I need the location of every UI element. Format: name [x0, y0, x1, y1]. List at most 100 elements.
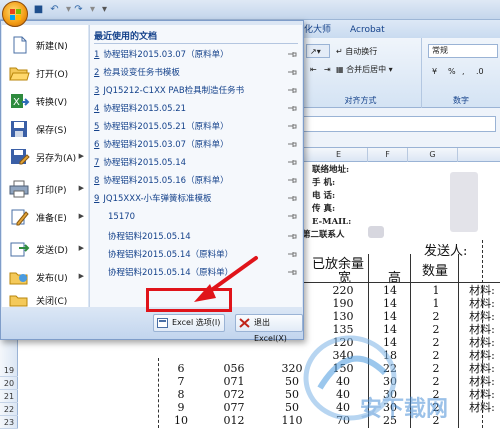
new-file-icon	[8, 36, 30, 54]
undo-icon[interactable]: ↶	[48, 3, 61, 16]
save-quick-icon[interactable]: ■	[32, 3, 45, 16]
width-value[interactable]: 220	[318, 284, 368, 297]
menu-item-label: 发送(D)	[36, 245, 68, 256]
contact-address-label: 联络地址:	[312, 165, 350, 175]
part-code[interactable]: 072	[204, 388, 264, 401]
row-header[interactable]: 22	[0, 403, 18, 416]
comma-button[interactable]: ,	[458, 64, 469, 78]
menu-item-open[interactable]: 打开(O)	[2, 59, 88, 87]
exit-icon	[239, 318, 250, 328]
width-value[interactable]: 190	[318, 297, 368, 310]
pin-icon[interactable]	[288, 141, 297, 148]
material-label: 材料:	[469, 284, 495, 297]
recent-document-item[interactable]: 7 协程铝料2015.05.14	[94, 155, 299, 171]
part-code[interactable]: 012	[204, 414, 264, 427]
merge-center-button[interactable]: ▦ 合并后居中 ▾	[332, 62, 397, 76]
recent-documents-panel: 最近使用的文档 1 协程铝料2015.03.07（原料单） 2 检具设变任务书模板 …	[89, 25, 302, 307]
menu-item-save-as[interactable]: 另存为(A) ▶	[2, 143, 88, 171]
row-index[interactable]: 10	[158, 414, 204, 427]
part-code[interactable]: 056	[204, 362, 264, 375]
recent-document-item[interactable]: 1 协程铝料2015.03.07（原料单）	[94, 47, 299, 63]
pin-icon[interactable]	[288, 69, 297, 76]
menu-item-label: 保存(S)	[36, 125, 67, 136]
pin-icon[interactable]	[288, 123, 297, 130]
fax-label: 传 真:	[312, 204, 336, 214]
redo-icon[interactable]: ↷	[72, 3, 85, 16]
sender-label: 发送人:	[424, 244, 468, 259]
row-header[interactable]: 20	[0, 377, 18, 390]
recent-document-item[interactable]: 8 协程铝料2015.05.16（原料单）	[94, 173, 299, 189]
menu-item-new[interactable]: 新建(N)	[2, 31, 88, 59]
pin-icon[interactable]	[288, 251, 297, 258]
menu-item-prepare[interactable]: 准备(E) ▶	[2, 203, 88, 231]
row-header[interactable]: 19	[0, 364, 18, 377]
menu-item-print[interactable]: 打印(P) ▶	[2, 175, 88, 203]
tab-dahuashi[interactable]: 化大师	[300, 22, 335, 38]
row-header[interactable]: 21	[0, 390, 18, 403]
submenu-arrow-icon: ▶	[78, 152, 84, 160]
recent-document-item[interactable]: 3 JQ15212-C1XX PAB检具制造任务书	[94, 83, 299, 99]
pin-icon[interactable]	[288, 233, 297, 240]
pin-icon[interactable]	[288, 269, 297, 276]
orientation-button[interactable]: ↗▾	[306, 44, 330, 58]
recent-document-item[interactable]: 2 检具设变任务书模板	[94, 65, 299, 81]
recent-document-item[interactable]: 9 JQ15XXX-小车弹簧标准模板	[94, 191, 299, 207]
increase-indent-button[interactable]: ⇥	[320, 62, 332, 76]
pin-icon[interactable]	[288, 87, 297, 94]
pin-icon[interactable]	[288, 177, 297, 184]
menu-item-label: 转换(V)	[36, 97, 68, 108]
submenu-arrow-icon: ▶	[78, 184, 84, 192]
pin-icon[interactable]	[288, 159, 297, 166]
row-index[interactable]: 8	[158, 388, 204, 401]
pin-icon[interactable]	[288, 51, 297, 58]
open-folder-icon	[8, 64, 30, 82]
row-header[interactable]: 23	[0, 416, 18, 429]
column-header-f[interactable]: F	[368, 148, 408, 162]
wrap-text-button[interactable]: ↵ 自动换行	[332, 44, 381, 58]
part-code[interactable]: 077	[204, 401, 264, 414]
pin-icon[interactable]	[288, 213, 297, 220]
quantity-value[interactable]: 1	[414, 297, 458, 310]
column-header-g[interactable]: G	[408, 148, 458, 162]
highlight-box	[146, 288, 232, 312]
increase-decimal-button[interactable]: .0	[472, 64, 488, 78]
office-button[interactable]	[2, 1, 28, 27]
menu-item-label: 发布(U)	[36, 273, 68, 284]
recent-document-item[interactable]: 5 协程铝料2015.05.21（原料单）	[94, 119, 299, 135]
number-format-select[interactable]: 常规	[428, 44, 498, 58]
quantity-value[interactable]: 1	[414, 284, 458, 297]
currency-button[interactable]: ¥	[428, 64, 441, 78]
exit-excel-button[interactable]: 退出 Excel(X)	[235, 314, 303, 343]
formula-input[interactable]	[300, 116, 496, 132]
row-index[interactable]: 6	[158, 362, 204, 375]
pin-icon[interactable]	[288, 105, 297, 112]
menu-item-publish[interactable]: 发布(U) ▶	[2, 263, 88, 291]
tab-acrobat[interactable]: Acrobat	[346, 22, 389, 38]
row-index[interactable]: 9	[158, 401, 204, 414]
excel-options-button[interactable]: Excel 选项(I)	[153, 314, 226, 332]
column-header-e[interactable]: E	[310, 148, 368, 162]
divider	[94, 43, 298, 44]
row-index[interactable]: 7	[158, 375, 204, 388]
menu-item-close[interactable]: 关闭(C)	[2, 293, 88, 307]
menu-item-send[interactable]: 发送(D) ▶	[2, 235, 88, 263]
watermark-logo: 安下载网	[303, 335, 448, 422]
recent-document-item[interactable]: 协程铝料2015.05.14	[94, 229, 299, 245]
recent-document-item[interactable]: 协程铝料2015.05.14（原料单）	[94, 265, 299, 281]
title-bar: ■ ↶ ▾ ↷ ▾ ▾	[0, 0, 500, 20]
menu-item-save[interactable]: 保存(S)	[2, 115, 88, 143]
height-value[interactable]: 14	[370, 297, 410, 310]
menu-item-convert[interactable]: X 转换(V)	[2, 87, 88, 115]
recent-document-item[interactable]: 4 协程铝料2015.05.21	[94, 101, 299, 117]
redacted-block	[450, 172, 478, 232]
recent-document-item[interactable]: 15170	[94, 209, 299, 225]
recent-document-item[interactable]: 6 协程铝料2015.03.07（原料单）	[94, 137, 299, 153]
decrease-indent-button[interactable]: ⇤	[306, 62, 318, 76]
customize-qat-icon[interactable]: ▾	[98, 3, 111, 16]
save-icon	[8, 120, 30, 138]
recent-document-item[interactable]: 协程铝料2015.05.14（原料单）	[94, 247, 299, 263]
height-value[interactable]: 14	[370, 284, 410, 297]
pin-icon[interactable]	[288, 195, 297, 202]
close-file-icon	[8, 293, 30, 307]
part-code[interactable]: 071	[204, 375, 264, 388]
